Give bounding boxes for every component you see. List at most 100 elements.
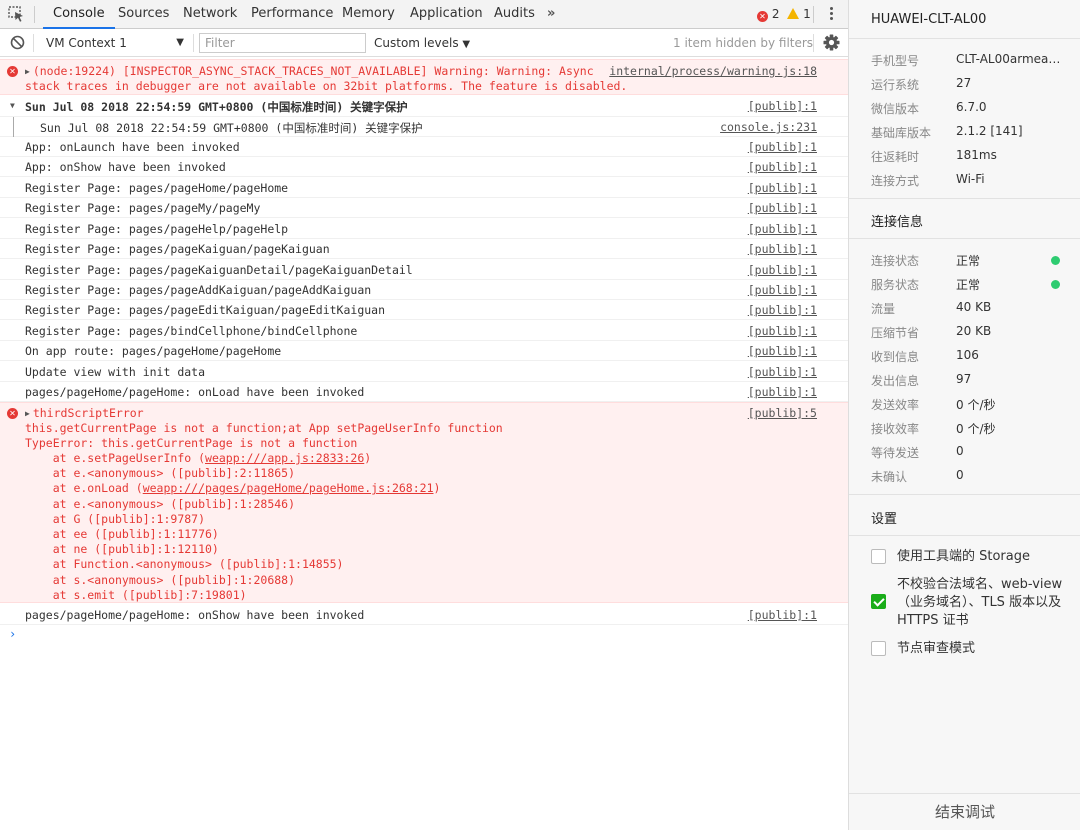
stack-frame-text: at Function.<anonymous> ([publib]:1:1485… [25, 557, 344, 572]
source-link[interactable]: [publib]:1 [748, 303, 817, 317]
connection-info-value: 20 KB [956, 324, 992, 338]
checkbox[interactable] [871, 549, 886, 564]
console-log-row: Register Page: pages/pageMy/pageMy [publi… [0, 198, 848, 218]
group-header-text: Sun Jul 08 2018 22:54:59 GMT+0800 (中国标准时… [25, 100, 408, 114]
log-text: pages/pageHome/pageHome: onShow have bee… [25, 608, 365, 622]
device-info-row: 连接方式 Wi-Fi [871, 172, 1071, 192]
error-title: thirdScriptError [32, 406, 144, 420]
device-info-label: 基础库版本 [871, 126, 932, 140]
issue-counter[interactable]: ✕ 2 1 [757, 7, 811, 22]
source-link[interactable]: [publib]:1 [748, 608, 817, 622]
warning-text-line1: (node:19224) [INSPECTOR_ASYNC_STACK_TRAC… [32, 64, 594, 78]
source-link[interactable]: [publib]:1 [748, 99, 817, 113]
source-link[interactable]: internal/process/warning.js:18 [609, 64, 817, 78]
error-message-line1: this.getCurrentPage is not a function;at… [25, 421, 503, 435]
console-log-row: Register Page: pages/pageKaiguanDetail/p… [0, 260, 848, 280]
tab-separator [813, 6, 814, 23]
log-levels-select[interactable]: Custom levels ▼ [374, 33, 470, 53]
stack-frame-text: at s.<anonymous> ([publib]:1:20688) [25, 572, 296, 587]
stack-frame-text: at G ([publib]:1:9787) [25, 511, 206, 526]
inspect-element-icon[interactable] [6, 4, 28, 24]
source-link[interactable]: [publib]:1 [748, 344, 817, 358]
stack-frame: at e.setPageUserInfo (weapp:///app.js:28… [25, 451, 372, 465]
tab-audits[interactable]: Audits [494, 0, 535, 29]
device-info-value: Wi-Fi [956, 172, 985, 186]
connection-info-label: 压缩节省 [871, 326, 920, 340]
console-settings-gear-icon[interactable] [822, 33, 841, 52]
source-link[interactable]: [publib]:1 [748, 385, 817, 399]
toolbar-separator [33, 34, 34, 52]
setting-label: 节点审查模式 [897, 641, 976, 656]
dropdown-arrow-icon: ▼ [176, 37, 184, 48]
stack-frame-text: at e.onLoad ( [25, 481, 143, 496]
device-info-value: CLT-AL00armeab… [956, 52, 1066, 66]
device-name: HUAWEI-CLT-AL00 [871, 12, 987, 27]
stack-frame: at e.<anonymous> ([publib]:2:11865) [25, 466, 295, 480]
device-info-value: 181ms [956, 148, 997, 162]
source-link[interactable]: [publib]:1 [748, 242, 817, 256]
source-link[interactable]: [publib]:1 [748, 263, 817, 277]
expand-triangle-icon[interactable]: ▶ [25, 409, 30, 418]
source-link[interactable]: [publib]:1 [748, 283, 817, 297]
source-link[interactable]: [publib]:1 [748, 160, 817, 174]
context-select[interactable]: VM Context 1 ▼ [40, 33, 188, 53]
console-group-header[interactable]: ▼ Sun Jul 08 2018 22:54:59 GMT+0800 (中国标… [0, 96, 848, 117]
device-info-row: 运行系统 27 [871, 76, 1071, 96]
more-options-icon[interactable] [826, 5, 836, 25]
stack-frame-link[interactable]: weapp:///app.js:2833:26 [205, 451, 364, 465]
tab-sources[interactable]: Sources [118, 0, 169, 29]
device-info-row: 微信版本 6.7.0 [871, 100, 1071, 120]
console-group-child: Sun Jul 08 2018 22:54:59 GMT+0800 (中国标准时… [0, 117, 848, 137]
clear-console-icon[interactable] [10, 35, 25, 50]
console-log-row: On app route: pages/pageHome/pageHome [pu… [0, 341, 848, 361]
checkbox-checked[interactable] [871, 594, 886, 609]
source-link[interactable]: [publib]:1 [748, 222, 817, 236]
source-link[interactable]: [publib]:1 [748, 181, 817, 195]
tab-memory[interactable]: Memory [342, 0, 395, 29]
connection-info-value: 正常 [956, 254, 981, 268]
source-link[interactable]: [publib]:1 [748, 365, 817, 379]
setting-label: 不校验合法域名、web-view（业务域名）、TLS 版本以及 HTTPS 证书 [897, 577, 1063, 628]
checkbox[interactable] [871, 641, 886, 656]
warning-icon [787, 8, 800, 19]
log-text: Register Page: pages/pageHelp/pageHelp [25, 222, 289, 236]
console-output: ✕ ▶ (node:19224) [INSPECTOR_ASYNC_STACK_T… [0, 57, 848, 830]
toolbar-separator [813, 34, 814, 52]
connection-info-label: 接收效率 [871, 422, 920, 436]
source-link[interactable]: [publib]:1 [748, 201, 817, 215]
device-info-row: 基础库版本 2.1.2 [141] [871, 124, 1071, 144]
device-info-value: 2.1.2 [141] [956, 124, 1023, 138]
expand-triangle-icon[interactable]: ▶ [25, 67, 30, 76]
connection-info-label: 连接状态 [871, 254, 920, 268]
log-text: App: onShow have been invoked [25, 160, 226, 174]
stack-frame-link[interactable]: weapp:///pages/pageHome/pageHome.js:268:… [143, 481, 434, 495]
connection-info-value: 40 KB [956, 300, 992, 314]
device-info-label: 微信版本 [871, 102, 920, 116]
source-link[interactable]: [publib]:1 [748, 324, 817, 338]
error-icon: ✕ [7, 66, 18, 77]
connection-info-row: 等待发送 0 [871, 444, 1071, 464]
device-info-label: 连接方式 [871, 174, 920, 188]
source-link[interactable]: console.js:231 [720, 120, 817, 134]
log-text: Update view with init data [25, 365, 206, 379]
warning-text-line2: stack traces in debugger are not availab… [25, 79, 628, 93]
tab-application[interactable]: Application [410, 0, 483, 29]
remote-debug-panel: HUAWEI-CLT-AL00 手机型号 CLT-AL00armeab… 运行系统 2… [848, 0, 1080, 830]
status-ok-dot-icon [1051, 280, 1060, 289]
console-log-row: Register Page: pages/pageEditKaiguan/pag… [0, 300, 848, 320]
end-debug-button[interactable]: 结束调试 [849, 793, 1080, 830]
connection-info-value: 97 [956, 372, 972, 386]
more-tabs-chevron-icon[interactable]: » [547, 0, 555, 29]
settings-section-title: 设置 [871, 512, 898, 527]
source-link[interactable]: [publib]:5 [748, 406, 817, 420]
connection-info-value: 106 [956, 348, 979, 362]
source-link[interactable]: [publib]:1 [748, 140, 817, 154]
tab-console[interactable]: Console [43, 0, 115, 29]
console-prompt-icon[interactable]: › [9, 627, 16, 641]
tab-performance[interactable]: Performance [251, 0, 333, 29]
filter-input[interactable] [199, 33, 366, 53]
tab-network[interactable]: Network [183, 0, 237, 29]
log-text: pages/pageHome/pageHome: onLoad have bee… [25, 385, 365, 399]
collapse-triangle-icon[interactable]: ▼ [10, 101, 15, 110]
console-log-row: Register Page: pages/pageHelp/pageHelp [p… [0, 219, 848, 239]
